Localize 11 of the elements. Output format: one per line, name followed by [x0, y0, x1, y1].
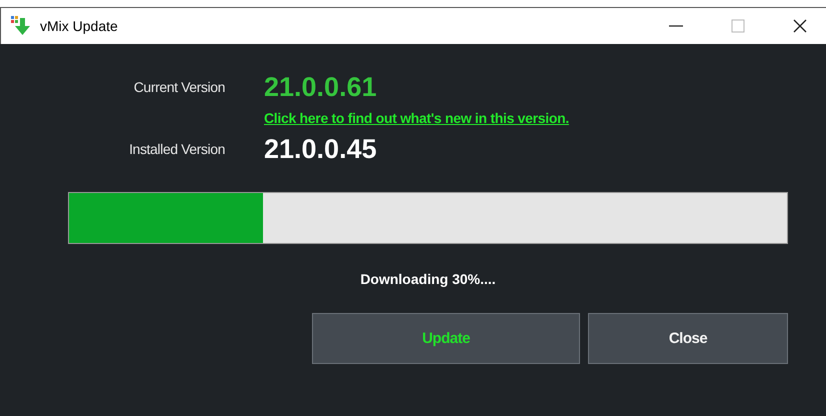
- window-title: vMix Update: [40, 18, 118, 34]
- status-text: Downloading 30%....: [359, 271, 497, 287]
- version-number: 21.0.0.45: [264, 133, 377, 166]
- download-arrow-icon: [10, 15, 32, 37]
- whats-new-link[interactable]: Click here to find out what's new in this version.: [264, 106, 569, 130]
- close-icon[interactable]: [792, 18, 808, 34]
- close-button[interactable]: Close: [588, 313, 788, 364]
- update-button[interactable]: Update: [312, 313, 580, 364]
- version-label: Installed Version: [129, 141, 225, 157]
- version-number: 21.0.0.61: [264, 71, 377, 104]
- version-label: Current Version: [134, 79, 225, 95]
